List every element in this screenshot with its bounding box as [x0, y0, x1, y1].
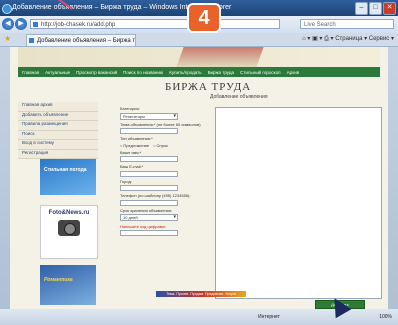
name-label: Ваше имя:*: [120, 149, 142, 155]
search-input[interactable]: Live Search: [300, 19, 394, 29]
nav-item[interactable]: Биржа труда: [208, 70, 234, 75]
ad-banner-weather[interactable]: Стильная погода: [40, 159, 96, 195]
nav-item[interactable]: Поиск по названию: [123, 70, 163, 75]
nav-item[interactable]: Архив: [287, 70, 300, 75]
nav-item[interactable]: Актуальные: [45, 70, 70, 75]
zone-indicator: Интернет: [258, 314, 280, 320]
type-label: Тип объявления:*: [120, 136, 153, 141]
back-icon[interactable]: ◀: [2, 18, 14, 30]
ad-text-area[interactable]: [215, 107, 382, 299]
name-input[interactable]: [120, 156, 178, 162]
email-input[interactable]: [120, 170, 178, 177]
command-bar[interactable]: ⌂ ▾ ▣ ▾ ⎙ ▾ Страница ▾ Сервис ▾: [302, 35, 394, 43]
captcha-input[interactable]: [120, 230, 178, 236]
promo-banner[interactable]: Тема. Прочее. Продам. Предлагаю. Услуги: [156, 291, 246, 297]
period-label: Срок хранения объявления:: [120, 207, 173, 213]
nav-item[interactable]: Просмотр вакансий: [76, 70, 117, 75]
type-radio-group: Предложение Спрос: [120, 143, 210, 148]
tab-strip: ★ Добавление объявления – Биржа труда ⌂ …: [0, 33, 398, 47]
sidebar-item[interactable]: Вход в систему: [18, 140, 98, 150]
forward-icon[interactable]: ▶: [15, 18, 27, 30]
subject-label: Тема объявления:* (не более 60 символов): [120, 121, 201, 127]
zoom-level[interactable]: 100%: [379, 314, 392, 320]
section-title: Добавление объявления: [210, 94, 268, 100]
phone-input[interactable]: [120, 199, 178, 206]
banner-decoration: [176, 47, 264, 67]
tab-active[interactable]: Добавление объявления – Биржа труда: [26, 34, 136, 46]
city-label: Город:: [120, 178, 132, 184]
ie-logo-icon: [2, 4, 12, 14]
ad-form: Категория: Репетиторы Тема объявления:* …: [120, 106, 210, 239]
site-title: БИРЖА ТРУДА: [165, 81, 252, 93]
sidebar-item[interactable]: Добавить объявление: [18, 111, 98, 121]
captcha-label: Напишите код цифрами:: [120, 224, 166, 229]
browser-window: Добавление объявления – Биржа труда – Wi…: [0, 0, 398, 325]
close-button[interactable]: ✕: [383, 2, 396, 15]
page-viewport: Главная Актуальные Просмотр вакансий Пои…: [10, 47, 388, 309]
type-radio-offer[interactable]: Предложение: [120, 143, 149, 148]
sidebar-item[interactable]: Поиск: [18, 130, 98, 140]
nav-item[interactable]: Стильный гороскоп: [240, 70, 281, 75]
period-select[interactable]: 10 дней: [120, 214, 178, 221]
ad-banner-romance[interactable]: Романтика: [40, 265, 96, 305]
favorites-star-icon[interactable]: ★: [4, 34, 11, 43]
email-label: Ваш E-mail:*: [120, 164, 144, 169]
camera-icon: [58, 220, 80, 236]
minimize-button[interactable]: –: [355, 2, 368, 15]
site-nav: Главная Актуальные Просмотр вакансий Пои…: [18, 67, 380, 77]
city-input[interactable]: [120, 185, 178, 191]
category-select[interactable]: Репетиторы: [120, 112, 178, 120]
sidebar-item[interactable]: Правила размещения: [18, 121, 98, 131]
subject-input[interactable]: [120, 128, 178, 134]
step-number-badge: 4: [187, 3, 221, 33]
address-input[interactable]: http://job-chasek.ru/add.php: [30, 19, 280, 29]
phone-label: Телефон (по шаблону (495) 1234556):: [120, 193, 191, 198]
sidebar: Главная архив Добавить объявление Правил…: [18, 102, 98, 159]
sidebar-item[interactable]: Главная архив: [18, 102, 98, 112]
nav-item[interactable]: Купить/продать: [169, 70, 201, 75]
nav-item[interactable]: Главная: [22, 70, 39, 75]
maximize-button[interactable]: □: [369, 2, 382, 15]
type-radio-demand[interactable]: Спрос: [153, 143, 169, 148]
sidebar-item[interactable]: Регистрация: [18, 149, 98, 159]
category-label: Категория:: [120, 106, 140, 111]
ad-banner-photo[interactable]: Foto&News.ru: [40, 205, 98, 259]
